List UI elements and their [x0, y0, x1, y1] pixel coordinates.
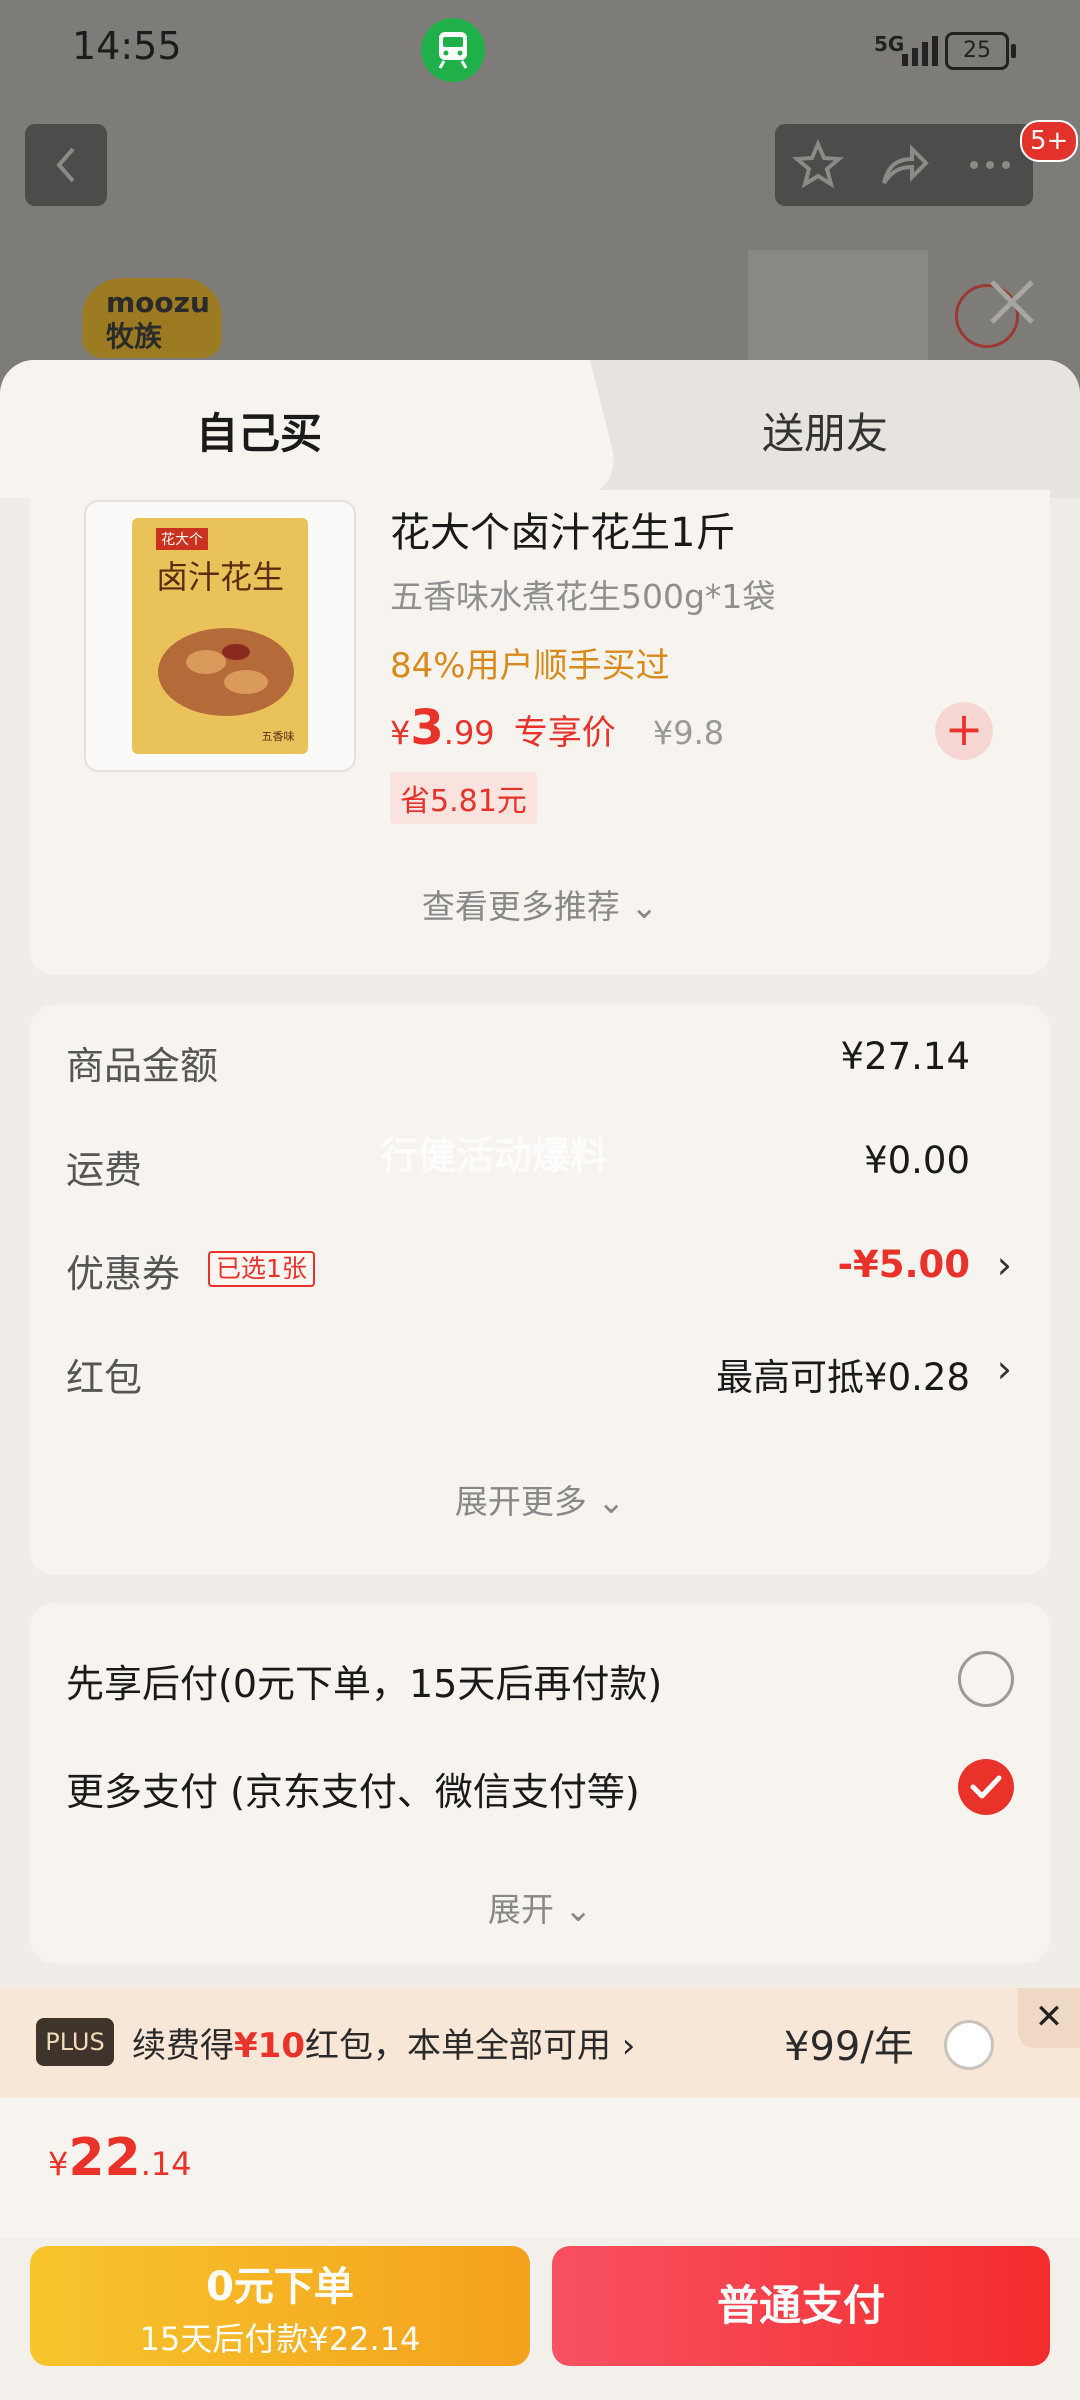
- total-bar: ¥22.14: [0, 2098, 1080, 2238]
- price-tag: 专享价: [513, 713, 616, 753]
- total-price: ¥22.14: [48, 2128, 192, 2188]
- pay-later-button[interactable]: 0元下单 15天后付款¥22.14: [30, 2246, 530, 2366]
- chevron-right-icon: ›: [996, 1347, 1012, 1391]
- pay-later-title: 0元下单: [206, 2264, 354, 2310]
- brand-logo-text-cn: 牧族: [106, 320, 163, 353]
- tab-send-friend[interactable]: 送朋友: [762, 400, 888, 461]
- bottom-action-bar: 0元下单 15天后付款¥22.14 普通支付: [0, 2238, 1080, 2400]
- pay-now-button[interactable]: 普通支付: [552, 2246, 1050, 2366]
- shipping-label: 运费: [66, 1148, 143, 1192]
- chevron-right-icon: ›: [996, 1243, 1012, 1287]
- more-recommend-label: 查看更多推荐: [421, 887, 620, 926]
- summary-row-shipping: 运费 ¥0.00: [66, 1139, 970, 1199]
- tab-bar: 自己买 送朋友: [0, 360, 1080, 498]
- total-currency: ¥: [48, 2145, 69, 2183]
- original-price: ¥9.8: [652, 714, 725, 752]
- coupon-value: -¥5.00: [837, 1243, 970, 1286]
- product-name[interactable]: 花大个卤汁花生1斤: [390, 500, 735, 558]
- add-product-button[interactable]: +: [935, 702, 993, 760]
- status-time: 14:55: [72, 24, 182, 68]
- more-icon[interactable]: [964, 139, 1016, 191]
- product-image[interactable]: 花大个 卤汁花生 五香味: [84, 500, 356, 772]
- product-repurchase-rate: 84%用户顺手买过: [390, 646, 670, 686]
- plus-icon: +: [944, 702, 984, 756]
- price-currency: ¥: [390, 714, 411, 752]
- chevron-down-icon: ⌄: [564, 1890, 593, 1929]
- chevron-down-icon: ⌄: [597, 1482, 626, 1521]
- close-icon[interactable]: [982, 272, 1042, 332]
- redpacket-value: 最高可抵¥0.28: [716, 1356, 970, 1399]
- product-price: ¥3.99 专享价 ¥9.8: [390, 700, 724, 760]
- tab-buy-self[interactable]: 自己买: [196, 400, 322, 461]
- price-summary-card: 行健活动爆料 商品金额 ¥27.14 运费 ¥0.00 优惠券 已选1张 -¥5…: [30, 1005, 1050, 1575]
- price-decimal: .99: [443, 714, 495, 752]
- plus-promo-text: 续费得¥10红包，本单全部可用 ›: [132, 2018, 635, 2067]
- background-image: [748, 250, 928, 360]
- save-badge: 省5.81元: [390, 772, 537, 824]
- package-flavor-text: 五香味: [262, 730, 295, 743]
- product-card: 花大个 卤汁花生 五香味 花大个卤汁花生1斤 五香味水煮花生500g*1袋 84…: [30, 490, 1050, 975]
- plus-promo-bar[interactable]: PLUS 续费得¥10红包，本单全部可用 › ¥99/年 ✕: [0, 1988, 1080, 2098]
- product-spec: 五香味水煮花生500g*1袋: [390, 577, 776, 616]
- price-integer: 3: [410, 700, 444, 756]
- battery-icon: 25: [945, 32, 1016, 70]
- signal-icon: [902, 32, 938, 66]
- plus-badge: PLUS: [36, 2018, 114, 2066]
- coupon-label: 优惠券: [66, 1252, 181, 1296]
- summary-row-subtotal: 商品金额 ¥27.14: [66, 1035, 970, 1095]
- shipping-value: ¥0.00: [864, 1139, 970, 1182]
- checkout-sheet: 自己买 送朋友 花大个 卤汁花生 五香味 花大个卤汁花生1斤 五香味水煮花生50…: [0, 360, 1080, 2400]
- paylater-radio[interactable]: [958, 1651, 1014, 1707]
- header-actions: [775, 124, 1033, 206]
- subtotal-label: 商品金额: [66, 1044, 219, 1088]
- total-integer: 22: [68, 2128, 141, 2188]
- close-icon[interactable]: ✕: [1018, 1988, 1080, 2048]
- train-icon: [421, 18, 485, 82]
- star-icon[interactable]: [792, 139, 844, 191]
- chevron-down-icon: ⌄: [630, 887, 659, 926]
- chevron-left-icon: [56, 147, 75, 183]
- plus-text-prefix: 续费得: [132, 2026, 234, 2066]
- expand-payment-label: 展开: [487, 1890, 554, 1929]
- back-button[interactable]: [25, 124, 107, 206]
- share-icon[interactable]: [878, 139, 930, 191]
- payment-option-more[interactable]: 更多支付 (京东支付、微信支付等): [66, 1761, 640, 1816]
- network-type: 5G: [874, 32, 905, 56]
- expand-more-link[interactable]: 展开更多 ⌄: [30, 1475, 1050, 1523]
- brand-logo: moozu 牧族: [82, 278, 222, 358]
- summary-row-redpacket[interactable]: 红包 最高可抵¥0.28 ›: [66, 1347, 1012, 1407]
- chevron-right-icon: ›: [621, 2026, 636, 2066]
- expand-more-label: 展开更多: [454, 1482, 587, 1521]
- pay-later-subtitle: 15天后付款¥22.14: [139, 2320, 421, 2358]
- coupon-selected-tag: 已选1张: [208, 1251, 315, 1287]
- more-recommend-link[interactable]: 查看更多推荐 ⌄: [30, 880, 1050, 928]
- plus-radio[interactable]: [944, 2020, 994, 2070]
- status-bar: 14:55 5G 25: [0, 0, 1080, 100]
- brand-logo-text: moozu: [106, 286, 210, 319]
- summary-row-coupon[interactable]: 优惠券 已选1张 -¥5.00 ›: [66, 1243, 1012, 1303]
- package-title-text: 卤汁花生: [156, 558, 284, 596]
- total-decimal: .14: [140, 2145, 192, 2183]
- plus-price: ¥99/年: [784, 2024, 914, 2070]
- expand-payment-link[interactable]: 展开 ⌄: [30, 1883, 1050, 1931]
- payment-method-card: 先享后付(0元下单，15天后再付款) 更多支付 (京东支付、微信支付等) 展开 …: [30, 1603, 1050, 1963]
- subtotal-value: ¥27.14: [840, 1035, 970, 1078]
- package-brand-text: 花大个: [161, 532, 203, 548]
- notification-badge: 5+: [1020, 120, 1079, 162]
- plus-text-amount: ¥10: [234, 2026, 305, 2066]
- plus-text-suffix: 红包，本单全部可用: [304, 2026, 611, 2066]
- checkmark-icon[interactable]: [958, 1759, 1014, 1815]
- redpacket-label: 红包: [66, 1356, 143, 1400]
- payment-option-paylater[interactable]: 先享后付(0元下单，15天后再付款): [66, 1653, 662, 1708]
